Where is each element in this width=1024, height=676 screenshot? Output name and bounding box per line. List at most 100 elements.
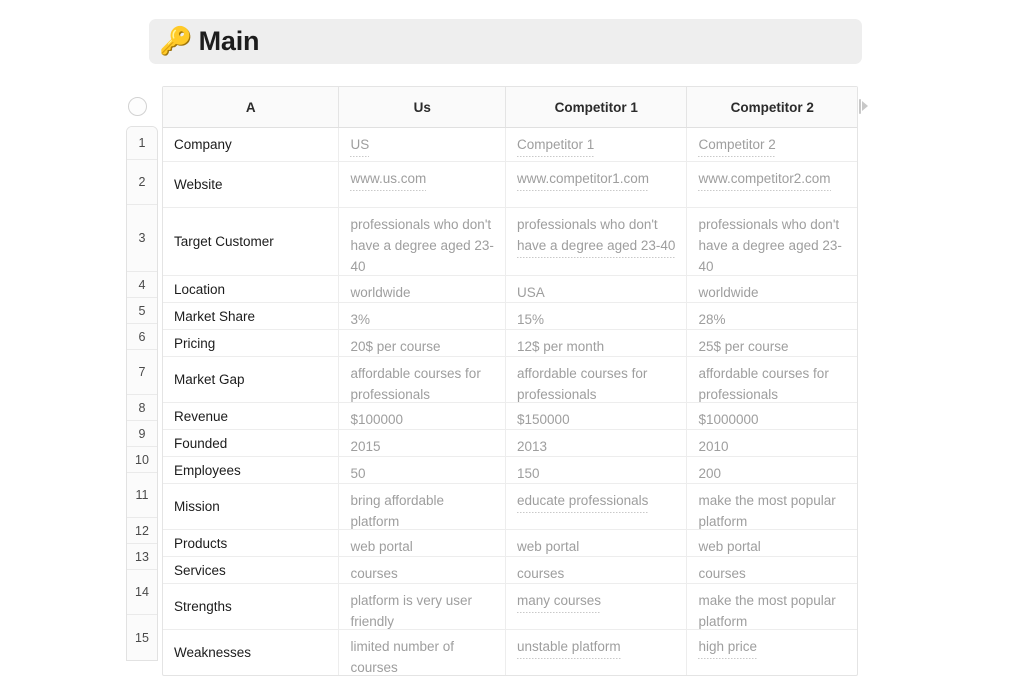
table-cell[interactable]: 3% bbox=[339, 303, 507, 329]
table-cell[interactable]: www.competitor2.com bbox=[687, 162, 857, 207]
row-label-cell[interactable]: Founded bbox=[163, 430, 340, 456]
cell-value: courses bbox=[517, 563, 565, 583]
table-cell[interactable]: web portal bbox=[687, 530, 857, 556]
table-cell[interactable]: make the most popular platform bbox=[687, 584, 857, 629]
table-cell[interactable]: 50 bbox=[339, 457, 507, 483]
row-label-cell[interactable]: Pricing bbox=[163, 330, 340, 356]
table-row: Employees 50 150 200 bbox=[163, 457, 857, 484]
table-cell[interactable]: limited number of courses bbox=[339, 630, 507, 675]
row-label-cell[interactable]: Revenue bbox=[163, 403, 340, 429]
column-header-us[interactable]: Us bbox=[339, 87, 506, 127]
table-cell[interactable]: 150 bbox=[506, 457, 688, 483]
column-header-a[interactable]: A bbox=[163, 87, 340, 127]
table-grid: A Us Competitor 1 Competitor 2 Company US Com… bbox=[162, 86, 858, 676]
table-cell[interactable]: courses bbox=[506, 557, 688, 583]
row-number[interactable]: 7 bbox=[127, 350, 157, 395]
row-label-cell[interactable]: Strengths bbox=[163, 584, 340, 629]
table-cell[interactable]: professionals who don't have a degree ag… bbox=[339, 208, 507, 275]
row-number[interactable]: 11 bbox=[127, 473, 157, 518]
row-label-cell[interactable]: Services bbox=[163, 557, 340, 583]
table-cell[interactable]: Competitor 1 bbox=[506, 128, 688, 161]
table-cell[interactable]: educate professionals bbox=[506, 484, 688, 529]
row-number-gutter: 1 2 3 4 5 6 7 8 9 10 11 12 13 14 15 bbox=[126, 126, 158, 661]
row-number[interactable]: 9 bbox=[127, 421, 157, 447]
row-number[interactable]: 1 bbox=[127, 127, 157, 160]
table-cell[interactable]: 20$ per course bbox=[339, 330, 507, 356]
table-cell[interactable]: 28% bbox=[687, 303, 857, 329]
window-titlebar: 🔑 Main bbox=[149, 19, 862, 64]
table-cell[interactable]: platform is very user friendly bbox=[339, 584, 507, 629]
table-cell[interactable]: professionals who don't have a degree ag… bbox=[506, 208, 688, 275]
table-cell[interactable]: 15% bbox=[506, 303, 688, 329]
table-cell[interactable]: worldwide bbox=[687, 276, 857, 302]
row-label-cell[interactable]: Weaknesses bbox=[163, 630, 340, 675]
table-cell[interactable]: affordable courses for professionals bbox=[687, 357, 857, 402]
row-label-cell[interactable]: Website bbox=[163, 162, 340, 207]
row-number[interactable]: 6 bbox=[127, 324, 157, 350]
cell-value: 150 bbox=[517, 463, 540, 483]
row-label-cell[interactable]: Market Gap bbox=[163, 357, 340, 402]
row-label-cell[interactable]: Market Share bbox=[163, 303, 340, 329]
row-label-cell[interactable]: Products bbox=[163, 530, 340, 556]
table-cell[interactable]: 2013 bbox=[506, 430, 688, 456]
table-cell[interactable]: 25$ per course bbox=[687, 330, 857, 356]
row-number[interactable]: 5 bbox=[127, 298, 157, 324]
table-cell[interactable]: $1000000 bbox=[687, 403, 857, 429]
table-cell[interactable]: $100000 bbox=[339, 403, 507, 429]
row-number[interactable]: 3 bbox=[127, 205, 157, 272]
table-cell[interactable]: affordable courses for professionals bbox=[339, 357, 507, 402]
column-header-competitor-1[interactable]: Competitor 1 bbox=[506, 87, 688, 127]
row-label-cell[interactable]: Target Customer bbox=[163, 208, 340, 275]
row-number[interactable]: 14 bbox=[127, 570, 157, 615]
table-cell[interactable]: affordable courses for professionals bbox=[506, 357, 688, 402]
table-cell[interactable]: courses bbox=[687, 557, 857, 583]
table-cell[interactable]: www.us.com bbox=[339, 162, 507, 207]
cell-value: courses bbox=[350, 563, 398, 583]
row-label-cell[interactable]: Location bbox=[163, 276, 340, 302]
table-cell[interactable]: Competitor 2 bbox=[687, 128, 857, 161]
table-cell[interactable]: bring affordable platform bbox=[339, 484, 507, 529]
select-all-circle-icon[interactable] bbox=[127, 96, 147, 116]
table-cell[interactable]: USA bbox=[506, 276, 688, 302]
table-cell[interactable]: web portal bbox=[506, 530, 688, 556]
table-cell[interactable]: high price bbox=[687, 630, 857, 675]
table-cell[interactable]: many courses bbox=[506, 584, 688, 629]
cell-value: web portal bbox=[698, 536, 761, 556]
table-header-row: A Us Competitor 1 Competitor 2 bbox=[163, 87, 857, 128]
table-cell[interactable]: 12$ per month bbox=[506, 330, 688, 356]
row-label-cell[interactable]: Company bbox=[163, 128, 340, 161]
table-row: Company US Competitor 1 Competitor 2 bbox=[163, 128, 857, 162]
table-cell[interactable]: worldwide bbox=[339, 276, 507, 302]
row-label-cell[interactable]: Mission bbox=[163, 484, 340, 529]
cell-value: 15% bbox=[517, 309, 545, 329]
row-number[interactable]: 4 bbox=[127, 272, 157, 298]
column-header-competitor-2[interactable]: Competitor 2 bbox=[687, 87, 857, 127]
cell-value: platform is very user friendly bbox=[350, 590, 495, 629]
table-cell[interactable]: 200 bbox=[687, 457, 857, 483]
table-cell[interactable]: professionals who don't have a degree ag… bbox=[687, 208, 857, 275]
row-label-cell[interactable]: Employees bbox=[163, 457, 340, 483]
cell-value: $1000000 bbox=[698, 409, 759, 429]
cell-value: 2013 bbox=[517, 436, 548, 456]
select-all-cell[interactable] bbox=[112, 86, 162, 126]
table-cell[interactable]: 2010 bbox=[687, 430, 857, 456]
row-number[interactable]: 13 bbox=[127, 544, 157, 570]
cell-value: professionals who don't have a degree ag… bbox=[698, 214, 846, 275]
table-cell[interactable]: make the most popular platform bbox=[687, 484, 857, 529]
row-number[interactable]: 2 bbox=[127, 160, 157, 205]
cell-value: www.competitor2.com bbox=[698, 168, 831, 191]
cell-value: 12$ per month bbox=[517, 336, 605, 356]
table-cell[interactable]: web portal bbox=[339, 530, 507, 556]
row-number[interactable]: 15 bbox=[127, 615, 157, 660]
table-cell[interactable]: unstable platform bbox=[506, 630, 688, 675]
row-number[interactable]: 12 bbox=[127, 518, 157, 544]
table-row: Website www.us.com www.competitor1.com www.… bbox=[163, 162, 857, 208]
table-cell[interactable]: 2015 bbox=[339, 430, 507, 456]
table-cell[interactable]: $150000 bbox=[506, 403, 688, 429]
row-number[interactable]: 10 bbox=[127, 447, 157, 473]
table-cell[interactable]: www.competitor1.com bbox=[506, 162, 688, 207]
table-cell[interactable]: courses bbox=[339, 557, 507, 583]
table-cell[interactable]: US bbox=[339, 128, 507, 161]
expand-column-handle[interactable] bbox=[859, 92, 875, 120]
row-number[interactable]: 8 bbox=[127, 395, 157, 421]
